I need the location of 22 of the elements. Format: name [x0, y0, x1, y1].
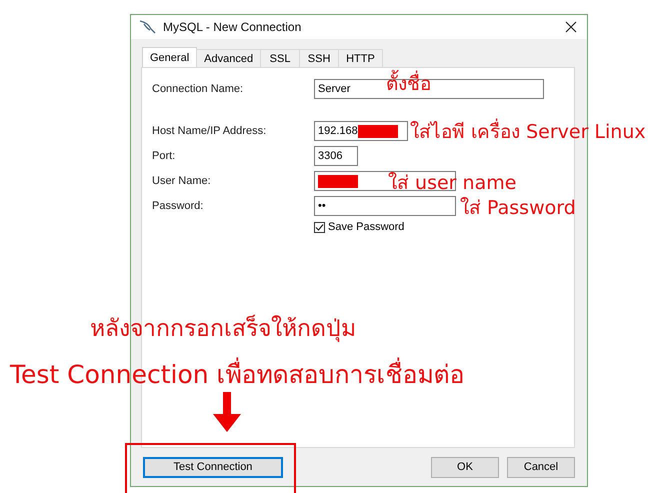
- down-arrow: [213, 392, 241, 432]
- dialog-button[interactable]: OK: [431, 456, 499, 478]
- field-label: Connection Name:: [152, 83, 244, 95]
- input-field[interactable]: 192.168: [314, 121, 408, 141]
- redaction-block: [358, 124, 398, 138]
- field-label: User Name:: [152, 175, 212, 187]
- checkbox-label: Save Password: [328, 221, 404, 233]
- dialog-button[interactable]: Cancel: [507, 456, 575, 478]
- checkbox[interactable]: [314, 222, 325, 232]
- annotation-text: ใส่ Password: [460, 196, 576, 221]
- field-label: Password:: [152, 200, 204, 212]
- redaction-block: [318, 174, 358, 188]
- tab[interactable]: Advanced: [196, 49, 262, 67]
- dialog-button[interactable]: Test Connection: [143, 456, 283, 478]
- tab[interactable]: HTTP: [338, 49, 383, 67]
- window-title: MySQL - New Connection: [163, 20, 302, 34]
- input-field[interactable]: 3306: [314, 146, 358, 166]
- field-label: Host Name/IP Address:: [152, 125, 268, 137]
- tab[interactable]: General: [142, 47, 198, 67]
- field-label: Port:: [152, 150, 176, 162]
- close-icon[interactable]: [565, 21, 577, 33]
- input-field[interactable]: ••: [314, 196, 456, 216]
